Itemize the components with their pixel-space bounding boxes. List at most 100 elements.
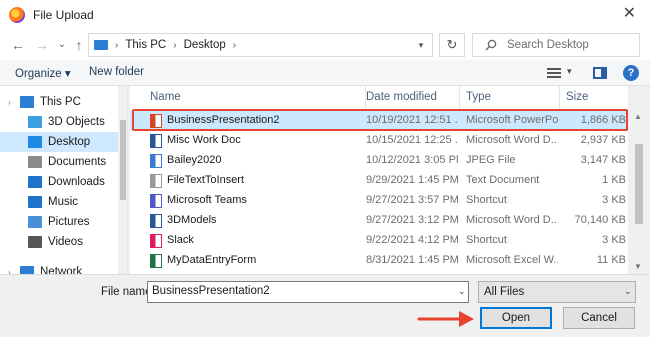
breadcrumb-desktop[interactable]: Desktop xyxy=(184,39,226,51)
filter-dropdown-icon[interactable]: ⌄ xyxy=(624,286,632,297)
teams-icon xyxy=(150,194,162,208)
file-row[interactable]: Bailey2020 10/12/2021 3:05 PM JPEG File 3,1… xyxy=(130,151,628,171)
file-name: Slack xyxy=(167,234,194,246)
slack-icon xyxy=(150,234,162,248)
search-box[interactable]: Search Desktop xyxy=(472,33,640,57)
sidebar-item-label: 3D Objects xyxy=(48,116,105,128)
view-options-icon[interactable] xyxy=(547,68,561,78)
sidebar-item-label: Music xyxy=(48,196,79,208)
folder-icon xyxy=(28,116,42,128)
column-header-date[interactable]: Date modified xyxy=(360,86,460,110)
file-type: Text Document xyxy=(466,174,540,186)
file-size: 1 KB xyxy=(602,174,626,186)
sidebar-item-label: This PC xyxy=(40,96,81,108)
file-date: 9/27/2021 3:57 PM xyxy=(366,194,458,206)
file-type: Microsoft Word D... xyxy=(466,134,558,146)
column-header-size[interactable]: Size xyxy=(560,86,628,110)
title-bar: File Upload ✕ xyxy=(0,0,650,30)
sidebar-item-this-pc[interactable]: › This PC xyxy=(0,92,118,112)
refresh-button[interactable]: ↻ xyxy=(439,33,465,57)
navigation-pane-scrollbar[interactable] xyxy=(118,86,127,274)
dialog-footer: File name: BusinessPresentation2 ⌄ All F… xyxy=(0,274,650,337)
file-row[interactable]: FileTextToInsert 9/29/2021 1:45 PM Text Do… xyxy=(130,171,628,191)
window-title: File Upload xyxy=(33,8,94,22)
file-type-filter[interactable]: All Files xyxy=(478,281,636,303)
breadcrumb-this-pc[interactable]: This PC xyxy=(125,39,166,51)
breadcrumb-separator: › xyxy=(115,39,119,51)
excel-icon xyxy=(150,254,162,268)
folder-icon xyxy=(28,236,42,248)
close-icon[interactable]: ✕ xyxy=(623,6,636,22)
file-row[interactable]: Misc Work Doc 10/15/2021 12:25 ... Microso… xyxy=(130,131,628,151)
scroll-down-icon[interactable]: ▼ xyxy=(634,262,642,271)
file-list-scrollbar[interactable]: ▲ ▼ xyxy=(628,86,650,274)
command-toolbar: Organize ▾ New folder ▾ ? xyxy=(0,60,650,86)
search-icon xyxy=(485,39,497,51)
forward-arrow-icon[interactable]: → xyxy=(33,36,51,54)
sidebar-item-desktop[interactable]: Desktop xyxy=(0,132,118,152)
new-folder-button[interactable]: New folder xyxy=(89,66,144,78)
sidebar-item-pictures[interactable]: Pictures xyxy=(0,212,118,232)
recent-locations-icon[interactable]: ⌄ xyxy=(53,36,71,54)
sidebar-item-documents[interactable]: Documents xyxy=(0,152,118,172)
column-header-type[interactable]: Type xyxy=(460,86,560,110)
breadcrumb-separator: › xyxy=(173,39,177,51)
address-bar[interactable]: › This PC › Desktop › ▾ xyxy=(88,33,433,57)
file-date: 10/12/2021 3:05 PM xyxy=(366,154,458,166)
file-size: 3,147 KB xyxy=(580,154,626,166)
sidebar-item-label: Documents xyxy=(48,156,107,168)
scrollbar-thumb[interactable] xyxy=(635,144,643,224)
preview-pane-icon[interactable] xyxy=(593,67,607,79)
sidebar-item-label: Desktop xyxy=(48,136,91,148)
firefox-icon xyxy=(9,7,25,23)
open-button[interactable]: Open xyxy=(480,307,552,329)
file-date: 10/15/2021 12:25 ... xyxy=(366,134,458,146)
scrollbar-thumb[interactable] xyxy=(120,120,126,200)
up-arrow-icon[interactable]: ↑ xyxy=(70,36,88,54)
file-row[interactable]: Microsoft Teams 9/27/2021 3:57 PM Shortcut… xyxy=(130,191,628,211)
sidebar-item-label: Network xyxy=(40,266,83,274)
sidebar-item-music[interactable]: Music xyxy=(0,192,118,212)
sidebar-item-downloads[interactable]: Downloads xyxy=(0,172,118,192)
this-pc-icon xyxy=(94,40,108,50)
file-name-input[interactable]: BusinessPresentation2 xyxy=(147,281,469,303)
help-icon[interactable]: ? xyxy=(623,65,639,81)
sidebar-item-3d-objects[interactable]: 3D Objects xyxy=(0,112,118,132)
folder-icon xyxy=(20,266,34,274)
sidebar-item-label: Videos xyxy=(48,236,83,248)
file-row[interactable]: MyDataEntryForm 8/31/2021 1:45 PM Microsof… xyxy=(130,251,628,271)
file-name: Microsoft Teams xyxy=(167,194,247,206)
expand-chevron-icon[interactable]: › xyxy=(8,98,11,107)
file-type: Microsoft Excel W... xyxy=(466,254,558,266)
folder-icon xyxy=(20,96,34,108)
file-date: 9/27/2021 3:12 PM xyxy=(366,214,458,226)
file-row[interactable]: Slack 9/22/2021 4:12 PM Shortcut 3 KB xyxy=(130,231,628,251)
image-file-icon xyxy=(150,154,162,168)
navigation-pane: › This PC 3D Objects Desktop Documents Downlo… xyxy=(0,86,128,274)
file-name: MyDataEntryForm xyxy=(167,254,257,266)
file-row[interactable]: 3DModels 9/27/2021 3:12 PM Microsoft Word … xyxy=(130,211,628,231)
file-type: Shortcut xyxy=(466,234,507,246)
sidebar-item-network[interactable]: › Network xyxy=(0,262,118,274)
file-size: 11 KB xyxy=(596,254,626,266)
pointer-arrow-annotation xyxy=(417,311,474,327)
file-size: 70,140 KB xyxy=(574,214,626,226)
scroll-up-icon[interactable]: ▲ xyxy=(634,112,642,121)
folder-icon xyxy=(28,136,42,148)
back-arrow-icon[interactable]: ← xyxy=(9,36,27,54)
view-dropdown-icon[interactable]: ▾ xyxy=(567,66,572,77)
breadcrumb-separator: › xyxy=(232,39,237,51)
file-name: FileTextToInsert xyxy=(167,174,245,186)
file-size: 2,937 KB xyxy=(580,134,626,146)
address-dropdown-icon[interactable]: ▾ xyxy=(410,34,432,56)
column-header-name[interactable]: Name xyxy=(144,86,366,110)
file-date: 9/22/2021 4:12 PM xyxy=(366,234,458,246)
folder-icon xyxy=(28,216,42,228)
file-date: 9/29/2021 1:45 PM xyxy=(366,174,458,186)
file-name-dropdown-icon[interactable]: ⌄ xyxy=(458,286,466,297)
file-name: Misc Work Doc xyxy=(167,134,241,146)
organize-button[interactable]: Organize ▾ xyxy=(15,66,71,80)
cancel-button[interactable]: Cancel xyxy=(563,307,635,329)
sidebar-item-videos[interactable]: Videos xyxy=(0,232,118,252)
sidebar-item-label: Pictures xyxy=(48,216,90,228)
